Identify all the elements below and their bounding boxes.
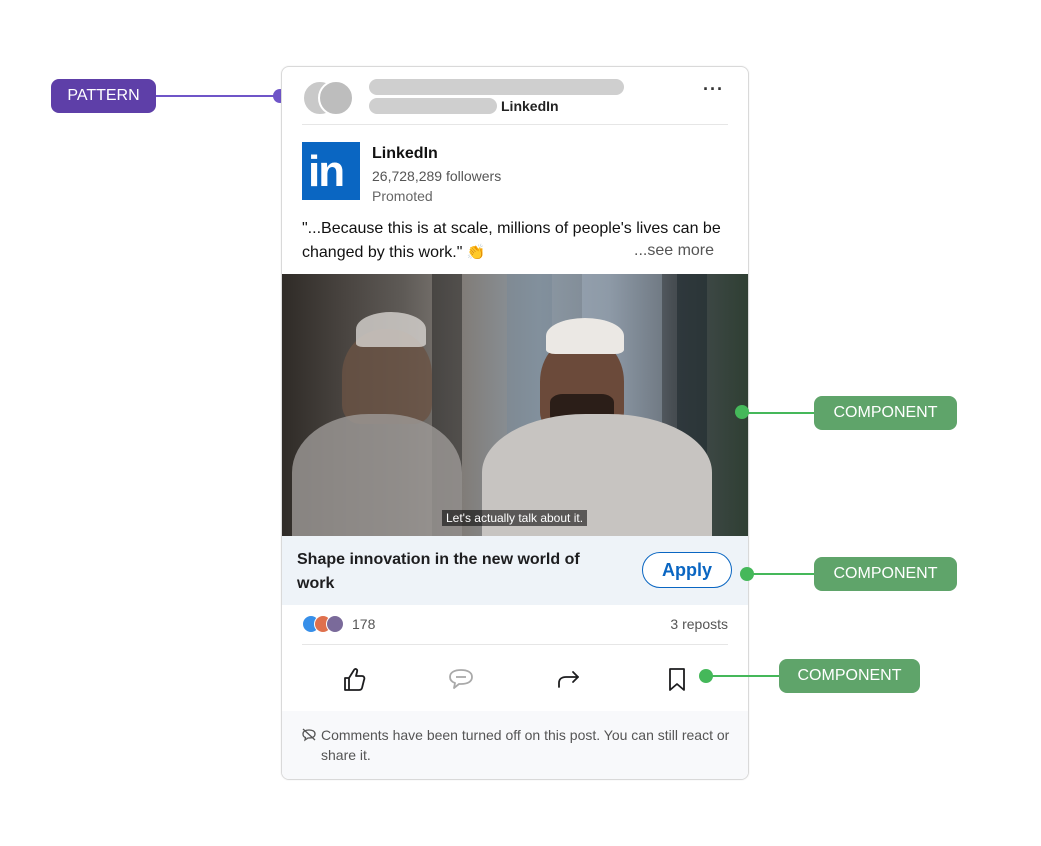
repost-button[interactable] — [549, 659, 589, 699]
comment-button — [441, 659, 481, 699]
feed-post-card: LinkedIn ··· in LinkedIn 26,728,289 foll… — [281, 66, 749, 780]
reposts-count[interactable]: 3 reposts — [670, 616, 728, 632]
component-label-video: COMPONENT — [814, 396, 957, 430]
component-connector-actions — [706, 675, 779, 677]
member-avatars — [302, 80, 358, 116]
follower-count: 26,728,289 followers — [372, 168, 502, 184]
like-icon — [344, 668, 366, 691]
logo-mark: in — [308, 147, 345, 196]
component-connector-cta — [747, 573, 814, 575]
video-caption: Let's actually talk about it. — [442, 510, 588, 526]
cta-headline: Shape innovation in the new world of wor… — [297, 551, 580, 592]
network-label: LinkedIn — [501, 98, 559, 114]
social-divider — [302, 644, 728, 645]
save-button[interactable] — [657, 659, 697, 699]
share-icon — [558, 671, 579, 688]
avatar — [318, 80, 354, 116]
name-placeholder — [369, 79, 624, 95]
company-logo[interactable]: in — [302, 142, 360, 200]
component-connector-video — [742, 412, 814, 414]
cap — [546, 318, 624, 354]
post-video[interactable]: Let's actually talk about it. — [282, 274, 748, 536]
save-icon — [669, 668, 685, 691]
component-label-cta: COMPONENT — [814, 557, 957, 591]
subtitle-placeholder — [369, 98, 497, 114]
post-header: LinkedIn ··· — [282, 67, 748, 125]
comments-off-icon — [302, 728, 316, 742]
comments-off-notice: Comments have been turned off on this po… — [282, 711, 748, 779]
pattern-connector — [156, 95, 278, 97]
insightful-reaction-icon — [326, 615, 344, 633]
company-name[interactable]: LinkedIn — [372, 145, 438, 163]
see-more-link[interactable]: ...see more — [634, 242, 714, 260]
promoted-label: Promoted — [372, 188, 433, 204]
cap-reflection — [356, 312, 426, 347]
cta-banner: Shape innovation in the new world of wor… — [282, 536, 748, 605]
hoodie-reflection — [292, 414, 462, 536]
clapping-hands-icon: 👏 — [466, 244, 486, 261]
component-label-actions: COMPONENT — [779, 659, 920, 693]
pattern-label: PATTERN — [51, 79, 156, 113]
comment-icon — [449, 669, 473, 689]
more-options-icon[interactable]: ··· — [703, 79, 724, 100]
header-divider — [302, 124, 728, 125]
reaction-count[interactable]: 178 — [352, 616, 375, 632]
apply-button[interactable]: Apply — [642, 552, 732, 588]
like-button[interactable] — [333, 659, 373, 699]
notice-text: Comments have been turned off on this po… — [321, 727, 730, 763]
